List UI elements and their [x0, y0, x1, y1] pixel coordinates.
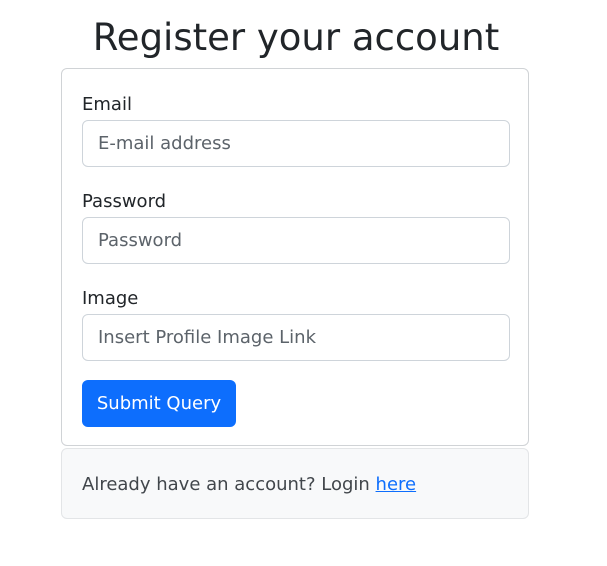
login-here-link[interactable]: here — [376, 474, 417, 495]
page-title: Register your account — [92, 16, 500, 59]
email-field[interactable] — [82, 120, 510, 167]
password-label: Password — [82, 191, 167, 212]
profile-image-link-field[interactable] — [82, 314, 510, 361]
register-form-card: Email Password Image Submit Query — [61, 68, 529, 446]
login-footer-card: Already have an account? Login here — [61, 448, 529, 519]
submit-button[interactable]: Submit Query — [82, 380, 236, 427]
password-field[interactable] — [82, 217, 510, 264]
email-label: Email — [82, 94, 132, 115]
login-prompt: Already have an account? Login here — [82, 473, 416, 497]
image-label: Image — [82, 288, 139, 309]
login-prompt-text: Already have an account? Login — [82, 474, 376, 495]
register-page: Register your account Email Password Ima… — [0, 0, 607, 566]
